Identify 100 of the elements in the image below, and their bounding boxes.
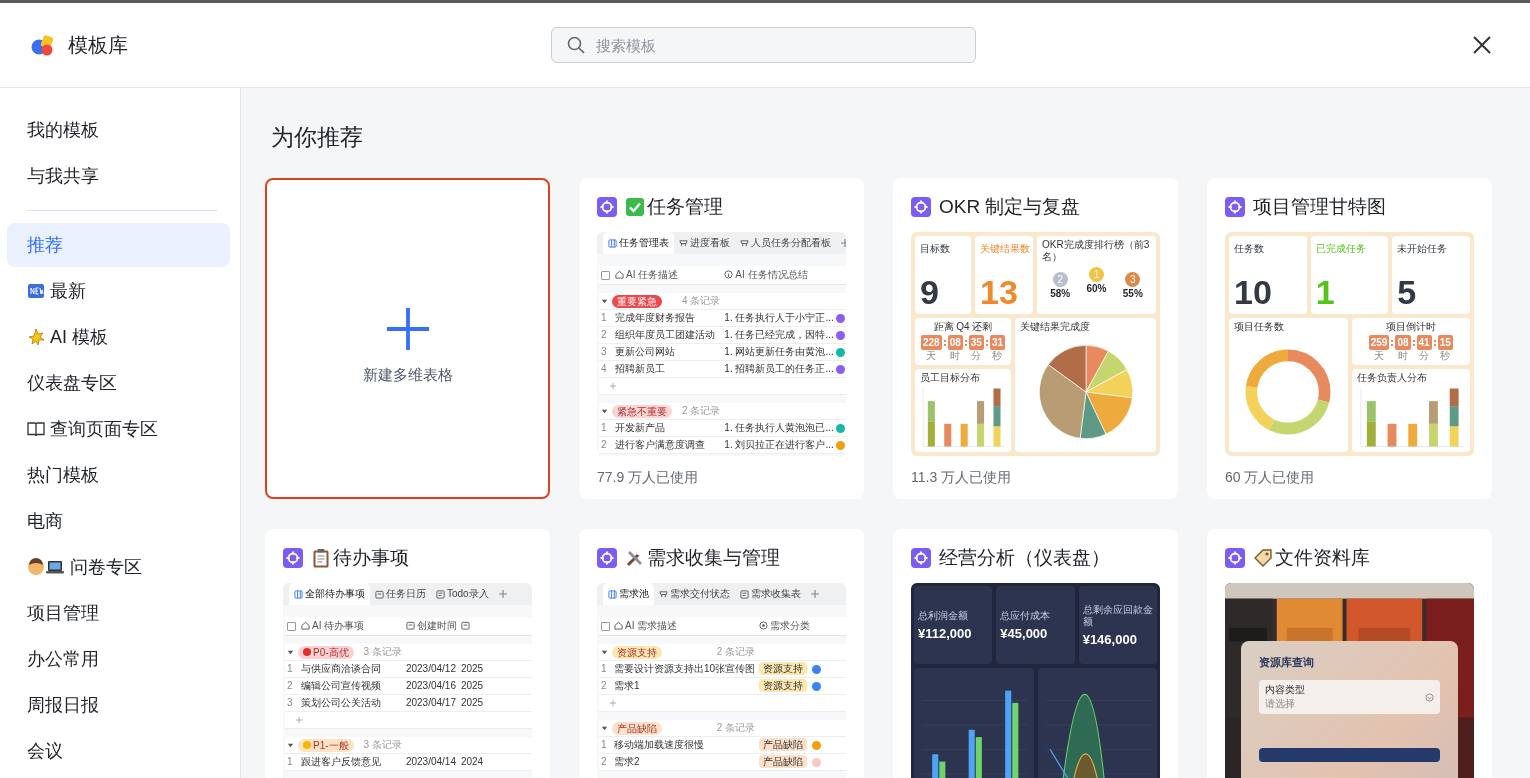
template-card[interactable]: 项目管理甘特图 任务数 10 已完成任务 1 未开始任务 5 项目任务数 项目倒计时 259 天 08 时 41 分 15 秒 任务负责人分布 60 万人已使用 bbox=[1207, 178, 1492, 499]
caret-icon[interactable] bbox=[601, 648, 608, 656]
dialog-title: 资源库查询 bbox=[1259, 655, 1315, 670]
sidebar-item[interactable]: 项目管理 bbox=[7, 591, 230, 635]
table-cell: 2023/04/12 bbox=[403, 660, 459, 678]
table-cell: 2023/04/14 bbox=[403, 753, 459, 771]
table-cell: 招聘新员工 bbox=[613, 360, 723, 378]
sheet-icon bbox=[679, 238, 688, 248]
sidebar-item[interactable]: 热门模板 bbox=[7, 453, 230, 497]
category-tag: 产品缺陷 bbox=[759, 755, 808, 768]
template-card[interactable]: 需求收集与管理 需求池 需求交付状态 需求收集表 AI 需求描述 需求分类 资源支持 2 条记录 1 需要设计资源支持出10张宣传图 资源支持 2 需求1 资源支持 产品缺陷 2 条记录 1 移动端加载速度很慢 产品缺陷 2 需求2 产品缺陷 bbox=[579, 529, 864, 778]
sheet-tab[interactable]: 进度看板 bbox=[674, 232, 735, 254]
sidebar-item[interactable]: 查询页面专区 bbox=[7, 407, 230, 451]
row-number: 3 bbox=[285, 694, 299, 712]
stat-value: 5 bbox=[1397, 272, 1418, 312]
row-number: 2 bbox=[599, 326, 613, 344]
sheet-tab[interactable]: 任务日历 bbox=[370, 583, 431, 605]
sheet-icon bbox=[608, 589, 617, 599]
usage-count: 77.9 万人已使用 bbox=[597, 469, 700, 487]
sheet-tab[interactable]: Todo录入 bbox=[431, 583, 494, 605]
template-card[interactable]: 待办事项 全部待办事项 任务日历 Todo录入 AI 待办事项 创建时间 P0-高优 3 条记录 1 与供应商洽谈合同 2023/04/12 2025 2 编辑公司宣传视频 2023/04/16 2025 3 策划公司公关活动 2023/04/17 2025 P1-一般 3 条记录 1 跟进客户反馈意见 2023/04/14 2024 bbox=[265, 529, 550, 778]
percentage: 55% bbox=[1122, 288, 1143, 299]
table-cell: 开发新产品 bbox=[613, 419, 723, 437]
row-number: 1 bbox=[599, 419, 613, 437]
caret-icon[interactable] bbox=[601, 297, 608, 305]
medal-icon: 3 bbox=[1125, 272, 1141, 287]
template-card[interactable]: 文件资料库 资源库查询 内容类型 请选择 bbox=[1207, 529, 1492, 778]
column-header: AI 需求描述 bbox=[612, 617, 758, 636]
record-count: 3 条记录 bbox=[362, 738, 402, 752]
sidebar-item[interactable]: 我的模板 bbox=[7, 108, 230, 152]
stat-value: ¥112,000 bbox=[918, 625, 973, 641]
new-table-card[interactable]: 新建多维表格 bbox=[265, 178, 550, 499]
template-title: 经营分析（仪表盘） bbox=[939, 546, 1110, 570]
record-count: 2 条记录 bbox=[715, 721, 756, 735]
percentage: 60% bbox=[1086, 283, 1107, 294]
row-number: 1 bbox=[599, 660, 612, 678]
sheet-tab[interactable]: 任务管理表 bbox=[603, 232, 674, 254]
table-cell: 1. 任务执行人黄泡泡已... bbox=[722, 419, 836, 437]
sheet-tab[interactable]: 需求池 bbox=[603, 583, 654, 605]
caret-icon[interactable] bbox=[287, 648, 294, 656]
column-icon bbox=[724, 270, 734, 279]
select-field[interactable]: 内容类型 请选择 bbox=[1259, 680, 1440, 714]
record-count: 2 条记录 bbox=[715, 645, 756, 659]
sidebar-item[interactable]: 与我共享 bbox=[7, 154, 230, 198]
percentage: 58% bbox=[1050, 288, 1071, 299]
record-count: 3 条记录 bbox=[362, 645, 402, 659]
sidebar-item[interactable]: 办公常用 bbox=[7, 637, 230, 681]
checkbox[interactable] bbox=[601, 270, 610, 280]
sidebar-item[interactable]: 仪表盘专区 bbox=[7, 361, 230, 405]
sidebar-item[interactable]: 问卷专区 bbox=[7, 545, 230, 589]
unit-label: 天 bbox=[1374, 350, 1385, 362]
sidebar-item[interactable]: 会议 bbox=[7, 729, 230, 773]
template-card[interactable] bbox=[579, 178, 864, 499]
sheet-tab[interactable]: 人员任务分配看板 bbox=[735, 232, 836, 254]
stat-label: 任务数 bbox=[1234, 242, 1265, 256]
caret-icon[interactable] bbox=[287, 741, 294, 749]
table-cell: 编辑公司宣传视频 bbox=[299, 677, 404, 695]
sidebar-item[interactable]: 电商 bbox=[7, 499, 230, 543]
add-row-icon[interactable] bbox=[609, 382, 617, 391]
countdown-digit: 31 bbox=[989, 335, 1006, 350]
sheet-icon bbox=[740, 238, 749, 248]
row-number: 4 bbox=[599, 360, 613, 378]
caret-icon[interactable] bbox=[601, 724, 608, 732]
chart-title: 项目任务数 bbox=[1234, 321, 1285, 333]
stat-value: 1 bbox=[1315, 272, 1336, 312]
stat-label: 总利润金额 bbox=[918, 609, 969, 622]
column-header: AI 任务描述 bbox=[613, 266, 723, 285]
sheet-tab[interactable]: 需求交付状态 bbox=[654, 583, 735, 605]
countdown-digit: 259 bbox=[1368, 335, 1390, 350]
search-field[interactable]: 搜索模板 bbox=[551, 27, 976, 63]
caret-icon[interactable] bbox=[601, 407, 608, 415]
close-button[interactable] bbox=[1472, 35, 1492, 55]
window-title: 模板库 bbox=[68, 32, 128, 58]
stat-label: 总剩余应回款金额 bbox=[1082, 603, 1153, 628]
table-cell: 2025 bbox=[458, 694, 486, 712]
add-row-icon[interactable] bbox=[295, 716, 303, 725]
unit-label: 秒 bbox=[992, 350, 1003, 362]
template-title: 任务管理 bbox=[647, 195, 723, 219]
panel-title: 距离 Q4 还剩 bbox=[933, 321, 993, 333]
checkbox[interactable] bbox=[287, 621, 296, 631]
checkbox[interactable] bbox=[601, 621, 610, 631]
panel-title: 项目倒计时 bbox=[1385, 321, 1436, 333]
medal-icon: 1 bbox=[1089, 267, 1104, 282]
stat-label: 目标数 bbox=[920, 242, 951, 256]
sheet-tab[interactable]: 全部待办事项 bbox=[289, 583, 370, 605]
unit-label: 分 bbox=[971, 350, 982, 362]
column-header: AI 任务情况总结 bbox=[722, 266, 836, 285]
table-cell: 完成年度财务报告 bbox=[613, 309, 723, 327]
table-cell: 2024 bbox=[458, 753, 486, 771]
sidebar-item[interactable]: 周报日报 bbox=[7, 683, 230, 727]
sidebar-item[interactable]: 推荐 bbox=[7, 223, 230, 267]
template-card[interactable]: OKR 制定与复盘 目标数 9 关键结果数 13 OKR完成度排行榜（前3名） 2 58% 1 60% 3 55% 距离 Q4 还剩 228 天 08 时 35 分 31 秒 员工目标分布 关键结果完成度 11.3 万人已使用 bbox=[893, 178, 1178, 499]
sheet-icon bbox=[740, 589, 749, 599]
sheet-tab[interactable]: 需求收集表 bbox=[735, 583, 806, 605]
template-card[interactable]: 经营分析（仪表盘） 总利润金额 ¥112,000 总应付成本 ¥45,000 总剩余应回款金额 ¥146,000 bbox=[893, 529, 1178, 778]
template-icon bbox=[283, 548, 303, 568]
add-row-icon[interactable] bbox=[609, 699, 617, 708]
tag-label: 产品缺陷 bbox=[617, 721, 657, 735]
sidebar-item[interactable]: 最新 bbox=[7, 269, 230, 313]
sidebar-item[interactable]: AI 模板 bbox=[7, 315, 230, 359]
